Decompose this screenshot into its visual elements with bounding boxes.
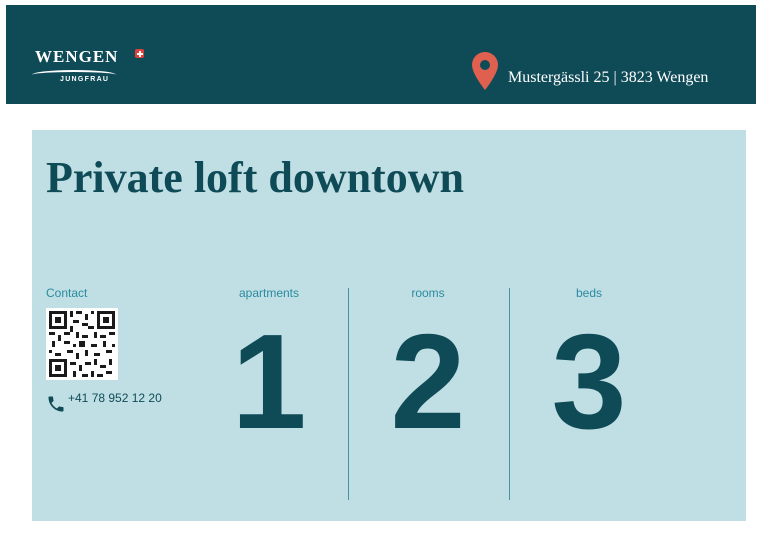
listing-title: Private loft downtown	[46, 153, 464, 202]
stat-value: 3	[551, 306, 627, 457]
listing-card: Private loft downtown Contact +41 78 952…	[32, 130, 746, 521]
stat-value: 2	[390, 306, 466, 457]
wengen-logo[interactable]: WENGEN JUNGFRAU	[32, 47, 152, 97]
logo-subtitle: JUNGFRAU	[60, 76, 110, 83]
stat-apartments: apartments 1	[189, 286, 349, 449]
map-pin-icon	[472, 52, 498, 90]
stat-label: rooms	[411, 286, 445, 300]
stat-label: apartments	[238, 286, 300, 300]
header-address: Mustergässli 25 | 3823 Wengen	[508, 69, 709, 86]
phone-number[interactable]: +41 78 952 12 20	[68, 391, 162, 405]
swiss-cross-icon	[135, 49, 144, 58]
header-bar: WENGEN JUNGFRAU Mustergässli 25 | 3823 W…	[6, 5, 756, 104]
qr-code[interactable]	[46, 308, 118, 380]
contact-label: Contact	[46, 286, 88, 300]
logo-wordmark: WENGEN	[35, 47, 119, 66]
stat-label: beds	[575, 286, 603, 300]
stat-beds: beds 3	[509, 286, 669, 449]
stat-rooms: rooms 2	[348, 286, 508, 449]
phone-icon	[48, 396, 64, 412]
stat-value: 1	[231, 306, 307, 457]
